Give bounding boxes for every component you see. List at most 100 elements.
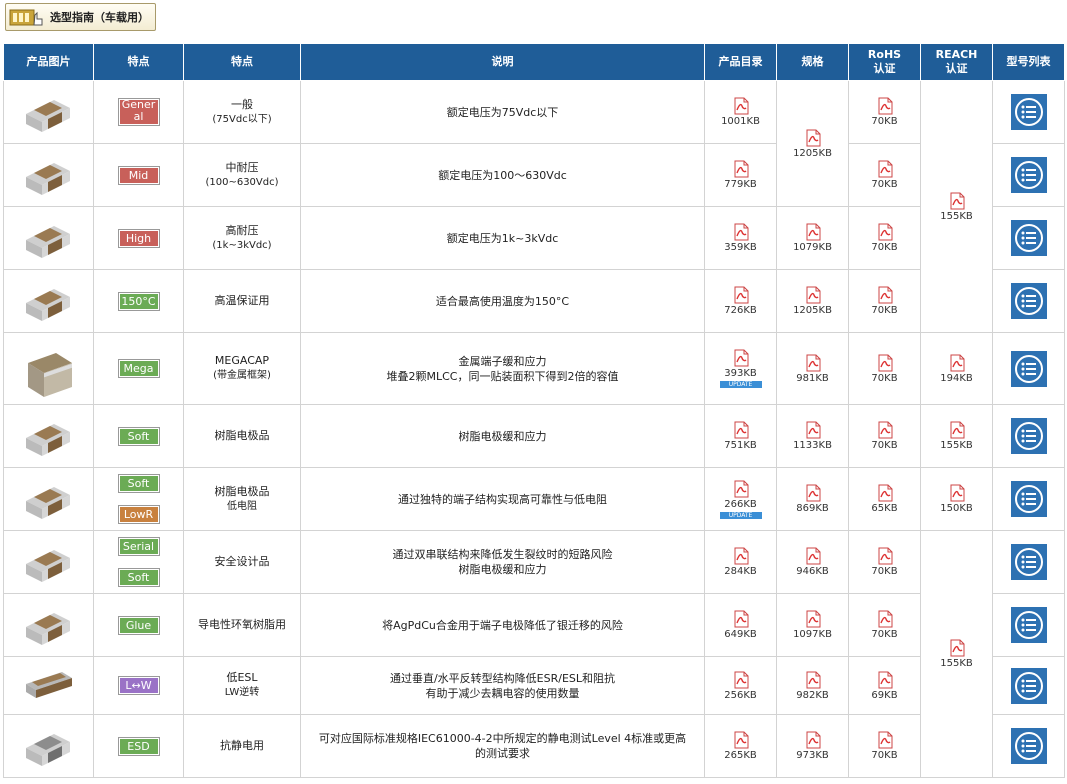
catalog-pdf-link[interactable]: 256KB	[705, 671, 776, 701]
reach-pdf-link[interactable]: 150KB	[921, 484, 992, 514]
rohs-pdf-link[interactable]: 69KB	[849, 671, 920, 701]
rohs-pdf-link[interactable]: 70KB	[849, 421, 920, 451]
spec-pdf-link[interactable]: 973KB	[777, 731, 848, 761]
capacitor-chip-image[interactable]	[22, 668, 76, 704]
file-size: 70KB	[871, 372, 898, 384]
pdf-icon	[876, 610, 894, 628]
file-size: 265KB	[724, 750, 757, 761]
capacitor-chip-image[interactable]	[22, 607, 76, 645]
catalog-pdf-link[interactable]: 284KB	[705, 547, 776, 577]
catalog-pdf-link[interactable]: 779KB	[705, 160, 776, 190]
capacitor-chip-image[interactable]	[22, 94, 76, 132]
catalog-pdf-link[interactable]: 393KB UPDATE	[705, 349, 776, 388]
rohs-pdf-link[interactable]: 70KB	[849, 223, 920, 253]
pdf-icon	[732, 421, 750, 439]
rohs-pdf-link[interactable]: 70KB	[849, 547, 920, 577]
catalog-pdf-link[interactable]: 751KB	[705, 421, 776, 451]
spec-pdf-link[interactable]: 981KB	[777, 354, 848, 384]
guide-label: 选型指南（车载用）	[50, 11, 149, 24]
description-cell: 将AgPdCu合金用于端子电极降低了银迁移的风险	[300, 593, 705, 657]
pdf-icon	[948, 192, 966, 210]
catalog-pdf-link[interactable]: 1001KB	[705, 97, 776, 127]
model-list-icon[interactable]	[993, 156, 1064, 194]
reach-pdf-link[interactable]: 155KB	[921, 192, 992, 222]
file-size: 649KB	[724, 629, 757, 640]
pdf-icon	[732, 610, 750, 628]
model-list-cell	[992, 656, 1065, 715]
spec-pdf-link[interactable]: 1205KB	[777, 129, 848, 159]
file-size: 1205KB	[793, 305, 832, 316]
model-list-icon[interactable]	[993, 480, 1064, 518]
capacitor-chip-image[interactable]	[22, 351, 76, 397]
feature-text: LW逆转	[224, 687, 260, 698]
file-size: 70KB	[871, 566, 898, 577]
pdf-icon	[804, 484, 822, 502]
file-size: 1001KB	[721, 116, 760, 127]
spec-cell: 982KB	[776, 656, 849, 715]
reach-pdf-link[interactable]: 194KB	[921, 354, 992, 384]
header-feature: 特点	[183, 43, 301, 81]
spec-pdf-link[interactable]: 1205KB	[777, 286, 848, 316]
rohs-pdf-link[interactable]: 70KB	[849, 731, 920, 761]
badge-cell: High	[93, 206, 184, 270]
model-list-icon[interactable]	[993, 667, 1064, 705]
description-text: 堆叠2颗MLCC，同一贴装面积下得到2倍的容值	[386, 369, 619, 383]
model-list-icon[interactable]	[993, 219, 1064, 257]
spec-pdf-link[interactable]: 869KB	[777, 484, 848, 514]
feature-badge: ESD	[117, 736, 160, 756]
rohs-pdf-link[interactable]: 70KB	[849, 286, 920, 316]
rohs-pdf-link[interactable]: 70KB	[849, 97, 920, 127]
model-list-cell	[992, 404, 1065, 468]
spec-pdf-link[interactable]: 1079KB	[777, 223, 848, 253]
rohs-pdf-link[interactable]: 65KB	[849, 484, 920, 514]
catalog-pdf-link[interactable]: 359KB	[705, 223, 776, 253]
capacitor-chip-image[interactable]	[22, 544, 76, 582]
capacitor-chip-image[interactable]	[22, 157, 76, 195]
file-size: 65KB	[871, 503, 898, 514]
rohs-pdf-link[interactable]: 70KB	[849, 610, 920, 640]
header-model-list: 型号列表	[992, 43, 1065, 81]
spec-pdf-link[interactable]: 1097KB	[777, 610, 848, 640]
model-list-icon[interactable]	[993, 727, 1064, 765]
rohs-cell: 69KB	[848, 656, 921, 715]
catalog-pdf-link[interactable]: 726KB	[705, 286, 776, 316]
product-photo-cell	[3, 143, 94, 207]
rohs-pdf-link[interactable]: 70KB	[849, 354, 920, 384]
feature-cell: 高温保证用	[183, 269, 301, 333]
capacitor-chip-image[interactable]	[22, 481, 76, 519]
capacitor-chip-image[interactable]	[22, 283, 76, 321]
selection-guide-button[interactable]: 选型指南（车载用）	[5, 3, 156, 31]
reach-pdf-link[interactable]: 155KB	[921, 421, 992, 451]
model-list-icon[interactable]	[993, 543, 1064, 581]
file-size: 751KB	[724, 440, 757, 451]
description-cell: 额定电压为1k~3kVdc	[300, 206, 705, 270]
feature-text: 高温保证用	[214, 294, 270, 307]
model-list-icon[interactable]	[993, 606, 1064, 644]
catalog-cell: 726KB	[704, 269, 777, 333]
model-list-cell	[992, 467, 1065, 531]
model-list-icon[interactable]	[993, 282, 1064, 320]
pdf-icon	[876, 547, 894, 565]
file-size: 946KB	[796, 566, 829, 577]
capacitor-chip-image[interactable]	[22, 220, 76, 258]
table-row: Gener al 一般 (75Vdc以下) 额定电压为75Vdc以下 1001KB 120…	[3, 80, 1065, 333]
catalog-cell: 256KB	[704, 656, 777, 715]
file-size: 982KB	[796, 689, 829, 701]
spec-pdf-link[interactable]: 946KB	[777, 547, 848, 577]
model-list-icon[interactable]	[993, 350, 1064, 388]
model-list-icon[interactable]	[993, 93, 1064, 131]
reach-pdf-link[interactable]: 155KB	[921, 639, 992, 669]
catalog-pdf-link[interactable]: 266KB UPDATE	[705, 480, 776, 519]
spec-pdf-link[interactable]: 982KB	[777, 671, 848, 701]
catalog-cell: 265KB	[704, 714, 777, 778]
file-size: 1079KB	[793, 242, 832, 253]
capacitor-chip-image[interactable]	[22, 728, 76, 766]
spec-pdf-link[interactable]: 1133KB	[777, 421, 848, 451]
catalog-pdf-link[interactable]: 649KB	[705, 610, 776, 640]
catalog-pdf-link[interactable]: 265KB	[705, 731, 776, 761]
model-list-icon[interactable]	[993, 417, 1064, 455]
capacitor-chip-image[interactable]	[22, 418, 76, 456]
header-badge: 特点	[93, 43, 184, 81]
file-size: 1133KB	[793, 440, 832, 451]
rohs-pdf-link[interactable]: 70KB	[849, 160, 920, 190]
